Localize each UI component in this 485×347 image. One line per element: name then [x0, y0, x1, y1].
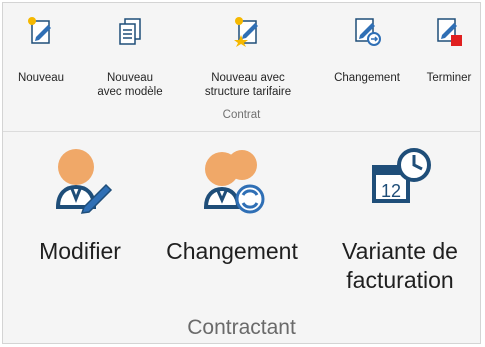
variante-facturation-button[interactable]: 12 Variante de facturation — [325, 141, 475, 311]
changement-contrat-button[interactable]: Changement — [319, 9, 415, 109]
label-line1: Nouveau avec — [211, 72, 285, 84]
label-line1: Modifier — [39, 238, 121, 264]
nouveau-avec-structure-tarifaire-button[interactable]: Nouveau avec structure tarifaire — [189, 9, 307, 109]
changement-contractant-button[interactable]: Changement — [149, 141, 315, 311]
terminer-button[interactable]: Terminer — [419, 9, 479, 109]
contractant-group-label: Contractant — [187, 316, 296, 339]
terminer-label: Terminer — [419, 71, 479, 85]
nouveau-avec-modele-button[interactable]: Nouveau avec modèle — [87, 9, 173, 109]
label-line1: Terminer — [426, 72, 472, 84]
modifier-label: Modifier — [21, 237, 139, 266]
label-line1: Nouveau — [17, 72, 65, 84]
billing-calendar-icon: 12 — [372, 148, 431, 203]
label-line2: avec modèle — [97, 86, 163, 98]
variante-facturation-label: Variante de facturation — [325, 237, 475, 295]
label-line2: structure tarifaire — [204, 86, 292, 98]
document-terminate-icon — [437, 18, 462, 46]
nouveau-avec-modele-label: Nouveau avec modèle — [87, 71, 173, 99]
label-line1: Changement — [166, 238, 298, 264]
change-person-icon — [203, 150, 265, 214]
contrat-group: Nouveau Nouveau avec modèle Nouveau avec… — [3, 3, 480, 132]
nouveau-label: Nouveau — [11, 71, 71, 85]
modifier-button[interactable]: Modifier — [21, 141, 139, 311]
svg-text:12: 12 — [381, 181, 401, 201]
changement-contrat-label: Changement — [319, 71, 415, 85]
contractant-group: Modifier Changement 12 Variante de factu… — [3, 133, 480, 345]
new-document-icon — [28, 17, 51, 44]
label-line1: Changement — [334, 72, 400, 84]
contrat-group-label: Contrat — [222, 109, 261, 121]
nouveau-button[interactable]: Nouveau — [11, 9, 71, 109]
document-template-icon — [119, 18, 141, 45]
ribbon: Nouveau Nouveau avec modèle Nouveau avec… — [2, 2, 481, 344]
nouveau-avec-structure-label: Nouveau avec structure tarifaire — [189, 71, 307, 99]
document-change-icon — [355, 18, 381, 46]
label-line1: Variante de — [342, 238, 458, 264]
label-line1: Nouveau — [106, 72, 154, 84]
label-line2: facturation — [346, 267, 454, 293]
new-document-star-icon — [234, 17, 258, 47]
changement-contractant-label: Changement — [149, 237, 315, 266]
edit-person-icon — [55, 149, 113, 214]
